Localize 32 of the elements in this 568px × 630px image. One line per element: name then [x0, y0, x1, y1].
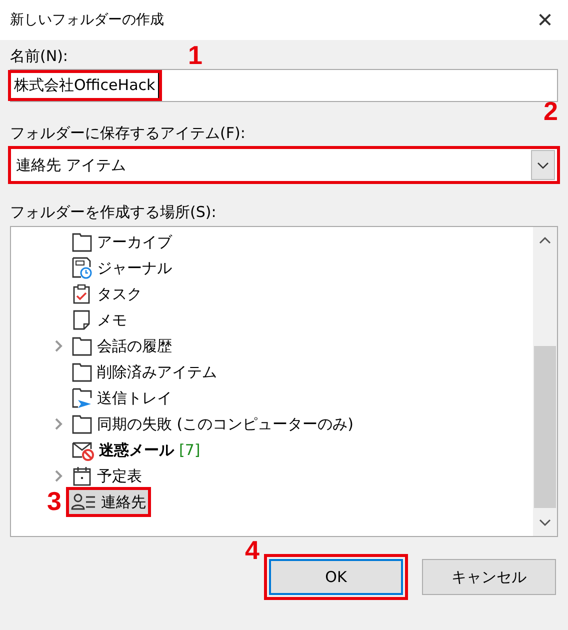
- folder-icon: [71, 413, 93, 435]
- scrollbar[interactable]: [533, 227, 557, 536]
- location-label: フォルダーを作成する場所(S):: [10, 203, 216, 222]
- folder-tree-item[interactable]: 予定表: [69, 464, 144, 488]
- close-button[interactable]: ✕: [522, 0, 568, 40]
- calendar-icon: [71, 465, 93, 487]
- window-title: 新しいフォルダーの作成: [10, 11, 165, 29]
- outbox-icon: [71, 386, 93, 410]
- folder-icon: [71, 361, 93, 383]
- folder-tree-item[interactable]: 送信トレイ: [69, 386, 174, 410]
- folder-tree-item[interactable]: ジャーナル: [69, 256, 174, 280]
- item-type-label: フォルダーに保存するアイテム(F):: [10, 124, 246, 143]
- cancel-button[interactable]: キャンセル: [422, 559, 556, 595]
- folder-tree-item[interactable]: 迷惑メール [7]: [69, 438, 202, 462]
- callout-number: 3: [47, 488, 62, 514]
- folder-tree-item[interactable]: 削除済みアイテム: [69, 360, 219, 384]
- chevron-down-icon: [531, 150, 555, 180]
- callout-number: 1: [188, 42, 202, 68]
- folder-icon: [71, 335, 93, 357]
- folder-tree-item[interactable]: 同期の失敗 (このコンピューターのみ): [69, 412, 356, 436]
- name-label: 名前(N):: [10, 47, 68, 66]
- contacts-icon: [71, 492, 97, 512]
- callout-number: 4: [245, 537, 260, 563]
- folder-tree-item[interactable]: 会話の履歴: [69, 334, 174, 358]
- folder-tree-item[interactable]: アーカイブ: [69, 230, 174, 254]
- journal-icon: [71, 256, 93, 280]
- folder-icon: [71, 231, 93, 253]
- folder-tree-item[interactable]: 連絡先: [69, 490, 148, 514]
- folder-tree-item[interactable]: メモ: [69, 308, 129, 332]
- item-type-dropdown[interactable]: 連絡先 アイテム: [10, 148, 558, 182]
- name-input-field[interactable]: 株式会社OfficeHack: [10, 69, 558, 102]
- folder-tree-item[interactable]: タスク: [69, 282, 144, 306]
